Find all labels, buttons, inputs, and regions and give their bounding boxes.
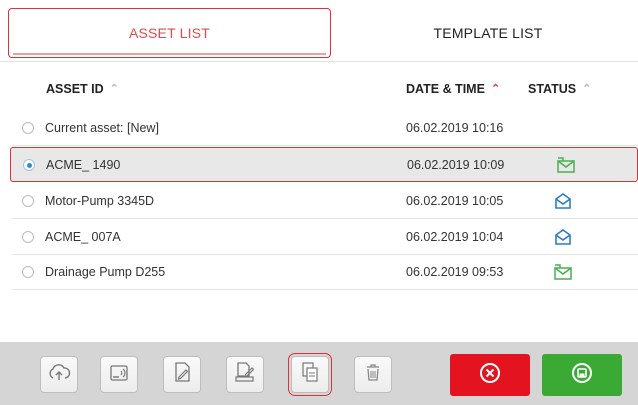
asset-date: 06.02.2019 10:16 bbox=[406, 121, 504, 135]
row-radio[interactable] bbox=[22, 266, 34, 278]
asset-date: 06.02.2019 10:04 bbox=[406, 230, 504, 244]
sort-up-icon: ⌃ bbox=[582, 82, 592, 95]
table-row[interactable]: Motor-Pump 3345D 06.02.2019 10:05 bbox=[12, 184, 638, 219]
column-asset-id[interactable]: ASSET ID ⌃ bbox=[46, 82, 119, 96]
cancel-button[interactable] bbox=[450, 354, 530, 396]
asset-date: 06.02.2019 09:53 bbox=[406, 265, 504, 279]
asset-name: Current asset: [New] bbox=[45, 121, 159, 135]
edit-document-icon bbox=[171, 360, 193, 389]
bottom-toolbar bbox=[0, 342, 638, 405]
save-button[interactable] bbox=[542, 354, 622, 396]
rfid-tag-icon bbox=[107, 361, 131, 388]
copy-asset-button[interactable] bbox=[288, 353, 332, 396]
column-asset-id-label: ASSET ID bbox=[46, 82, 104, 96]
table-row[interactable]: Drainage Pump D255 06.02.2019 09:53 bbox=[12, 255, 638, 290]
green-envelope-icon bbox=[552, 261, 574, 283]
tab-divider bbox=[0, 61, 638, 62]
table-row[interactable]: Current asset: [New] 06.02.2019 10:16 bbox=[12, 111, 638, 146]
sort-up-icon: ⌃ bbox=[490, 82, 501, 95]
column-status[interactable]: STATUS ⌃ bbox=[528, 82, 591, 96]
cloud-upload-button[interactable] bbox=[40, 356, 78, 393]
tab-bar: ASSET LIST TEMPLATE LIST bbox=[0, 0, 638, 62]
blue-envelope-icon bbox=[552, 226, 574, 248]
sort-up-icon: ⌃ bbox=[109, 82, 119, 95]
tab-template-list-label: TEMPLATE LIST bbox=[433, 25, 543, 41]
copy-document-icon bbox=[299, 360, 321, 389]
tab-template-list[interactable]: TEMPLATE LIST bbox=[338, 8, 638, 58]
trash-icon bbox=[363, 361, 383, 388]
delete-button[interactable] bbox=[354, 356, 392, 393]
save-icon bbox=[570, 361, 594, 390]
table-row[interactable]: ACME_ 007A 06.02.2019 10:04 bbox=[12, 220, 638, 255]
edit-asset-button[interactable] bbox=[163, 356, 201, 393]
asset-date: 06.02.2019 10:05 bbox=[406, 194, 504, 208]
row-radio[interactable] bbox=[22, 195, 34, 207]
column-date-time[interactable]: DATE & TIME ⌃ bbox=[406, 82, 500, 96]
tab-asset-list-label: ASSET LIST bbox=[128, 25, 211, 41]
table-header: ASSET ID ⌃ DATE & TIME ⌃ STATUS ⌃ bbox=[0, 78, 638, 104]
asset-name: Drainage Pump D255 bbox=[45, 265, 166, 279]
blue-envelope-icon bbox=[552, 190, 574, 212]
asset-date: 06.02.2019 10:09 bbox=[407, 158, 505, 172]
row-radio[interactable] bbox=[22, 122, 34, 134]
column-date-time-label: DATE & TIME bbox=[406, 82, 485, 96]
asset-name: ACME_ 1490 bbox=[46, 158, 121, 172]
green-envelope-icon bbox=[555, 154, 577, 176]
tab-asset-list[interactable]: ASSET LIST bbox=[8, 8, 331, 58]
asset-name: ACME_ 007A bbox=[45, 230, 121, 244]
cancel-icon bbox=[478, 361, 502, 390]
row-radio[interactable] bbox=[22, 231, 34, 243]
column-status-label: STATUS bbox=[528, 82, 577, 96]
rfid-button[interactable] bbox=[100, 356, 138, 393]
asset-name: Motor-Pump 3345D bbox=[45, 194, 155, 208]
table-row-selected[interactable]: ACME_ 1490 06.02.2019 10:09 bbox=[10, 147, 638, 182]
cloud-upload-icon bbox=[47, 362, 71, 387]
print-document-icon bbox=[233, 360, 257, 389]
print-button[interactable] bbox=[226, 356, 264, 393]
row-radio-selected[interactable] bbox=[23, 159, 35, 171]
